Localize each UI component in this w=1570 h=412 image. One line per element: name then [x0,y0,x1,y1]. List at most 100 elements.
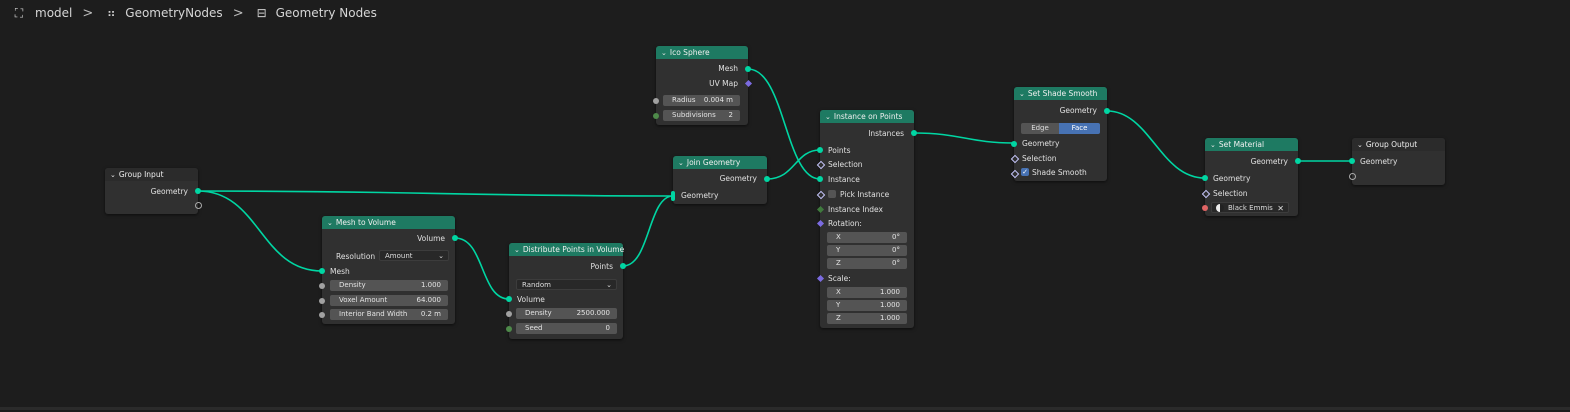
input-socket-points[interactable] [817,147,823,153]
node-header[interactable]: ⌄ Group Output [1352,138,1445,151]
input-socket-mesh[interactable] [319,268,325,274]
material-name: Black Emmis [1228,204,1273,212]
output-socket-geometry[interactable] [764,176,770,182]
rotation-x-field[interactable]: X 0° [827,232,907,243]
input-socket-voxel-amount[interactable] [319,298,325,304]
input-socket-geometry-multi[interactable] [671,191,675,201]
input-socket-material[interactable] [1202,205,1208,211]
node-header[interactable]: ⌄ Group Input [105,168,198,181]
shade-smooth-checkbox[interactable]: ✓ [1021,168,1029,176]
collapse-icon[interactable]: ⌄ [1210,141,1216,149]
input-geometry-label: Geometry [681,191,719,200]
subdivisions-field[interactable]: Subdivisions 2 [663,110,740,121]
node-instance-on-points[interactable]: ⌄ Instance on Points Instances Points Sel… [816,110,917,328]
density-value: 1.000 [420,281,441,289]
node-header[interactable]: ⌄ Set Shade Smooth [1014,87,1107,100]
voxel-amount-value: 64.000 [416,296,442,304]
scale-z-field[interactable]: Z 1.000 [827,313,907,324]
node-header[interactable]: ⌄ Mesh to Volume [322,216,455,229]
voxel-amount-field[interactable]: Voxel Amount 64.000 [330,295,448,306]
node-set-material[interactable]: ⌄ Set Material Geometry Geometry Selectio… [1201,138,1301,216]
breadcrumb-item-model[interactable]: model [35,6,72,20]
resolution-dropdown[interactable]: Amount ⌄ [379,250,449,261]
input-socket-geometry[interactable] [1202,175,1208,181]
close-icon[interactable]: ✕ [1277,203,1284,214]
input-socket-instance[interactable] [817,176,823,182]
node-header[interactable]: ⌄ Ico Sphere [656,46,748,59]
scale-label: Scale: [828,274,851,283]
input-socket-volume[interactable] [506,296,512,302]
radius-field[interactable]: Radius 0.004 m [663,95,740,106]
density-field[interactable]: Density 1.000 [330,280,448,291]
instance-index-label: Instance Index [828,205,883,214]
modifier-icon: ⠶ [106,6,116,20]
node-group-output[interactable]: ⌄ Group Output Geometry [1349,138,1445,185]
input-socket-geometry[interactable] [1349,158,1355,164]
output-volume-label: Volume [417,234,445,243]
input-socket-density[interactable] [319,283,325,289]
collapse-icon[interactable]: ⌄ [1019,90,1025,98]
node-distribute-points-in-volume[interactable]: ⌄ Distribute Points in Volume Points Rand… [506,243,626,339]
subdivisions-value: 2 [728,111,733,119]
node-join-geometry[interactable]: ⌄ Join Geometry Geometry Geometry [671,156,770,204]
breadcrumb-item-geometrynodes[interactable]: GeometryNodes [125,6,222,20]
output-geometry-label: Geometry [719,174,757,183]
pick-instance-label: Pick Instance [840,190,890,199]
input-socket-seed[interactable] [506,326,512,332]
density-value: 2500.000 [576,309,610,317]
collapse-icon[interactable]: ⌄ [514,246,520,254]
output-socket-geometry[interactable] [1295,158,1301,164]
output-socket-geometry[interactable] [195,188,201,194]
density-field[interactable]: Density 2500.000 [516,308,617,319]
collapse-icon[interactable]: ⌄ [110,171,116,179]
output-socket-volume[interactable] [452,235,458,241]
node-header[interactable]: ⌄ Set Material [1205,138,1298,151]
output-socket-instances[interactable] [911,130,917,136]
mode-dropdown[interactable]: Random ⌄ [516,279,617,290]
input-socket-density[interactable] [506,311,512,317]
node-header[interactable]: ⌄ Join Geometry [673,156,767,169]
pick-instance-checkbox[interactable] [828,190,836,198]
collapse-icon[interactable]: ⌄ [678,159,684,167]
node-title: Set Material [1218,140,1265,149]
collapse-icon[interactable]: ⌄ [1357,141,1363,149]
node-ico-sphere[interactable]: ⌄ Ico Sphere Mesh UV Map Radius 0.004 m Su… [653,46,753,125]
interior-band-width-field[interactable]: Interior Band Width 0.2 m [330,309,448,320]
node-set-shade-smooth[interactable]: ⌄ Set Shade Smooth Geometry Edge Face Geo… [1010,87,1110,181]
node-group-input[interactable]: ⌄ Group Input Geometry [105,168,202,214]
node-header[interactable]: ⌄ Distribute Points in Volume [509,243,624,256]
link-distribute-joingeometry [622,195,674,267]
seed-field[interactable]: Seed 0 [516,323,617,334]
rotation-z-field[interactable]: Z 0° [827,258,907,269]
domain-edge-toggle[interactable]: Edge [1021,123,1059,134]
link-setshadesmooth-setmaterial [1106,110,1206,179]
output-socket-geometry[interactable] [1104,108,1110,114]
material-selector[interactable]: Black Emmis ✕ [1211,202,1289,213]
input-socket-band-width[interactable] [319,312,325,318]
output-socket-mesh[interactable] [745,66,751,72]
radius-value: 0.004 m [703,96,733,104]
rotation-z-label: Z [836,259,841,267]
object-icon: ⛶ [14,5,24,20]
node-mesh-to-volume[interactable]: ⌄ Mesh to Volume Volume Resolution Amount… [319,216,458,324]
collapse-icon[interactable]: ⌄ [327,219,333,227]
input-socket-subdivisions[interactable] [653,113,659,119]
collapse-icon[interactable]: ⌄ [825,113,831,121]
input-socket-empty[interactable] [1349,173,1356,180]
rotation-y-field[interactable]: Y 0° [827,245,907,256]
output-socket-empty[interactable] [195,202,202,209]
breadcrumb-item-geometry-nodes[interactable]: Geometry Nodes [276,6,377,20]
node-title: Join Geometry [686,158,741,167]
scale-y-field[interactable]: Y 1.000 [827,300,907,311]
collapse-icon[interactable]: ⌄ [661,49,667,57]
node-header[interactable]: ⌄ Instance on Points [820,110,914,123]
input-socket-radius[interactable] [653,98,659,104]
domain-face-toggle[interactable]: Face [1059,123,1100,134]
rotation-y-label: Y [836,246,841,254]
output-socket-points[interactable] [620,263,626,269]
scale-x-field[interactable]: X 1.000 [827,287,907,298]
horizontal-scrollbar[interactable] [0,407,1570,410]
input-socket-geometry[interactable] [1011,141,1017,147]
scale-y-value: 1.000 [879,301,900,309]
node-links [197,68,1352,300]
